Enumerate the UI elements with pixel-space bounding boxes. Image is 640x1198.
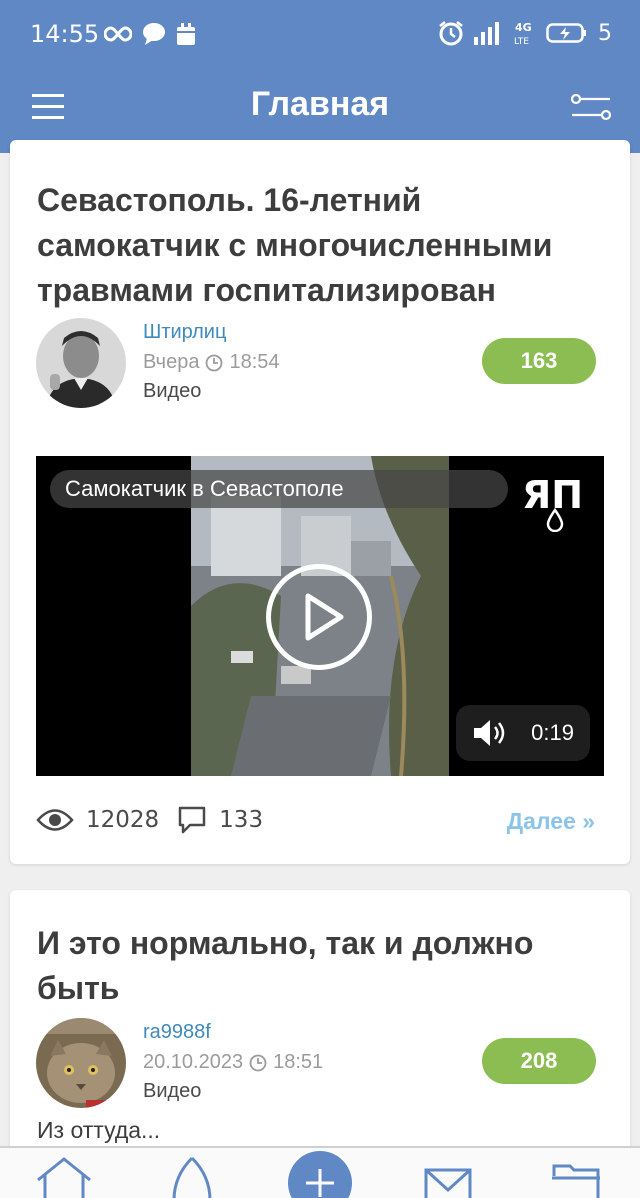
page-title: Главная: [250, 85, 390, 123]
post-title[interactable]: И это нормально, так и должно быть: [37, 921, 610, 1011]
mail-icon[interactable]: [416, 1156, 480, 1198]
post-date: Вчера 18:54: [143, 351, 280, 374]
post-time: 18:51: [273, 1051, 324, 1073]
top-bar: 14:55 4G LTE 5 Главная: [0, 0, 640, 153]
home-icon[interactable]: [32, 1156, 96, 1198]
post-stats: 12028 133: [36, 805, 263, 835]
post-time: 18:54: [229, 351, 280, 373]
eye-icon: [36, 809, 74, 831]
signal-icon: [474, 22, 499, 45]
avatar[interactable]: [36, 318, 126, 408]
video-controls[interactable]: 0:19: [456, 705, 590, 761]
author-link[interactable]: ra9988f: [143, 1021, 211, 1044]
folder-icon[interactable]: [544, 1156, 608, 1198]
filter-button[interactable]: [570, 90, 612, 124]
svg-text:LTE: LTE: [514, 37, 529, 46]
read-more-link[interactable]: Далее »: [507, 808, 595, 835]
video-caption: Самокатчик в Севастополе: [50, 470, 508, 508]
calendar-icon: [177, 23, 195, 45]
video-player[interactable]: Самокатчик в Севастополе ЯП 0:19: [36, 456, 604, 776]
avatar[interactable]: [36, 1018, 126, 1108]
post-card[interactable]: Севастополь. 16-летний самокатчик с мног…: [10, 140, 630, 864]
rating-badge[interactable]: 208: [482, 1038, 596, 1084]
alarm-icon: [439, 21, 463, 46]
chat-icon: [143, 23, 165, 45]
lte-icon: 4G LTE: [514, 21, 532, 46]
author-link[interactable]: Штирлиц: [143, 321, 226, 344]
plus-icon: [306, 1169, 334, 1197]
avatar-image: [36, 1018, 126, 1108]
battery-level: 5: [598, 20, 612, 46]
status-notification-icons: [104, 20, 196, 48]
avatar-image: [36, 318, 126, 408]
post-date-text: Вчера: [143, 351, 200, 373]
post-date-text: 20.10.2023: [143, 1051, 244, 1073]
infinity-icon: [104, 26, 132, 42]
post-date: 20.10.2023 18:51: [143, 1051, 323, 1074]
rating-badge[interactable]: 163: [482, 338, 596, 384]
post-excerpt: Из оттуда...: [37, 1117, 161, 1143]
add-post-button[interactable]: [288, 1151, 352, 1198]
clock-icon: [249, 1054, 267, 1071]
video-duration: 0:19: [531, 720, 574, 745]
post-title[interactable]: Севастополь. 16-летний самокатчик с мног…: [37, 178, 610, 313]
yaplakal-logo-icon: ЯП: [522, 473, 583, 532]
logo-text: ЯП: [522, 473, 583, 517]
egg-icon[interactable]: [160, 1156, 224, 1198]
post-type: Видео: [143, 1080, 202, 1102]
play-button[interactable]: [266, 564, 372, 670]
status-system-icons: 4G LTE 5: [438, 18, 612, 48]
views-count: 12028: [86, 807, 160, 833]
volume-icon[interactable]: [472, 718, 508, 748]
battery-icon: [546, 23, 586, 43]
clock-icon: [206, 354, 223, 371]
bottom-nav: [0, 1146, 640, 1198]
svg-text:4G: 4G: [515, 21, 532, 34]
comments-count[interactable]: 133: [219, 807, 263, 833]
comment-icon[interactable]: [177, 805, 207, 835]
status-bar: 14:55 4G LTE 5: [0, 0, 640, 68]
play-icon: [305, 593, 344, 641]
status-time: 14:55: [30, 20, 100, 48]
post-type: Видео: [143, 380, 202, 402]
